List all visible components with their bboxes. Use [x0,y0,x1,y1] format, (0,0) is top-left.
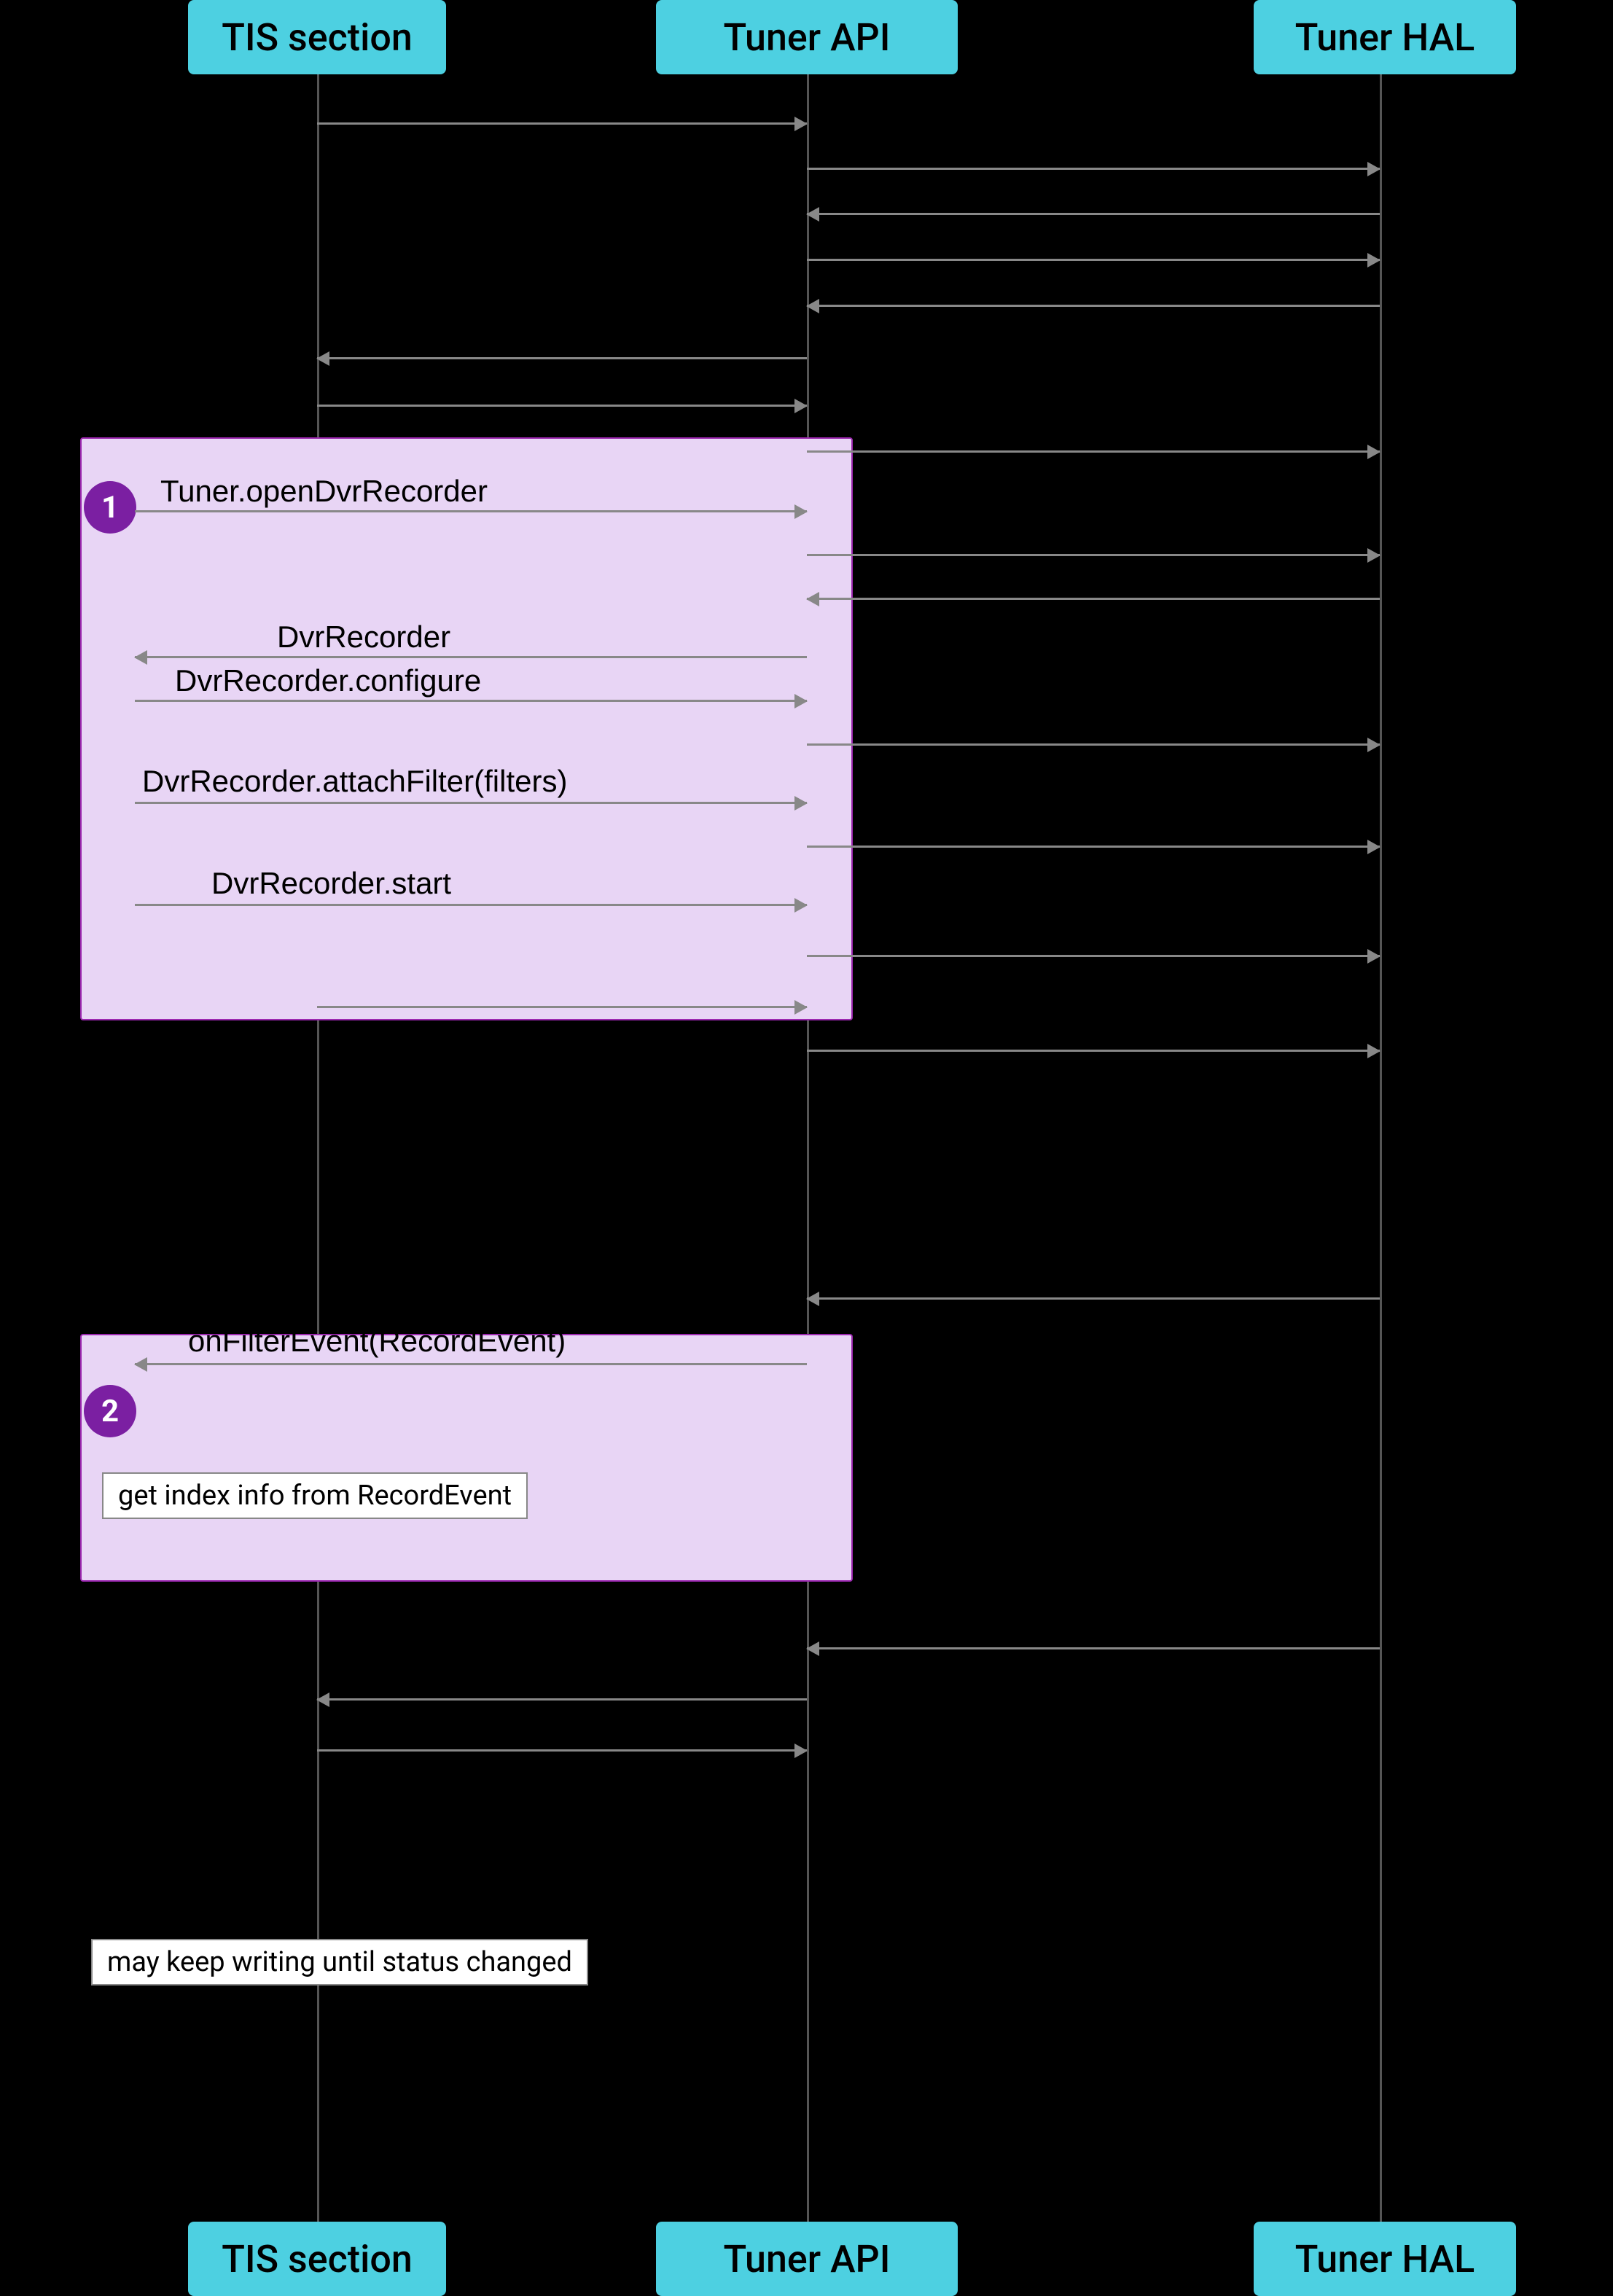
arrow-a23 [807,1647,1380,1649]
arrow-a10 [807,554,1380,556]
arrow-a4 [807,259,1380,261]
arrow-a7 [317,405,807,407]
tis-footer: TIS section [188,2222,446,2296]
seq-box-1 [80,437,853,1020]
arrow-a1 [317,122,807,125]
label-open-dvr: Tuner.openDvrRecorder [160,474,488,509]
arrow-a18 [807,955,1380,957]
arrow-a16 [807,846,1380,848]
tunerhal-footer: Tuner HAL [1254,2222,1516,2296]
step-circle-1: 1 [84,481,136,534]
label-filter-event: onFilterEvent(RecordEvent) [188,1324,566,1359]
tunerapi-header: Tuner API [656,0,958,74]
tunerapi-footer: Tuner API [656,2222,958,2296]
label-dvr-configure: DvrRecorder.configure [175,663,481,698]
tis-lifeline [317,74,319,2222]
arrow-a8 [807,450,1380,453]
tis-header: TIS section [188,0,446,74]
arrow-a25 [317,1749,807,1752]
arrow-a5 [807,305,1380,307]
arrow-a20 [807,1050,1380,1052]
seq-box-2 [80,1334,853,1582]
arrow-a2 [807,168,1380,170]
arrow-dvr-configure [135,700,807,702]
arrow-dvr-attach [135,802,807,804]
arrow-filter-event [135,1363,807,1365]
arrow-a24 [317,1698,807,1700]
arrow-a14 [807,743,1380,746]
arrow-a21 [807,1297,1380,1300]
note-keep-writing: may keep writing until status changed [91,1939,588,1985]
tunerapi-lifeline [807,74,809,2222]
arrow-a19 [317,1006,807,1008]
label-dvr-start: DvrRecorder.start [211,866,451,901]
arrow-open-dvr [135,510,807,512]
label-dvr-recorder: DvrRecorder [277,620,450,655]
arrow-a3 [807,213,1380,215]
tunerhal-lifeline [1380,74,1382,2222]
step-circle-2: 2 [84,1385,136,1437]
arrow-dvr-recorder [135,656,807,658]
label-dvr-attach: DvrRecorder.attachFilter(filters) [142,764,567,799]
arrow-a11 [807,598,1380,600]
note-record-event: get index info from RecordEvent [102,1472,528,1519]
tunerhal-header: Tuner HAL [1254,0,1516,74]
arrow-a6 [317,357,807,359]
arrow-dvr-start [135,904,807,906]
